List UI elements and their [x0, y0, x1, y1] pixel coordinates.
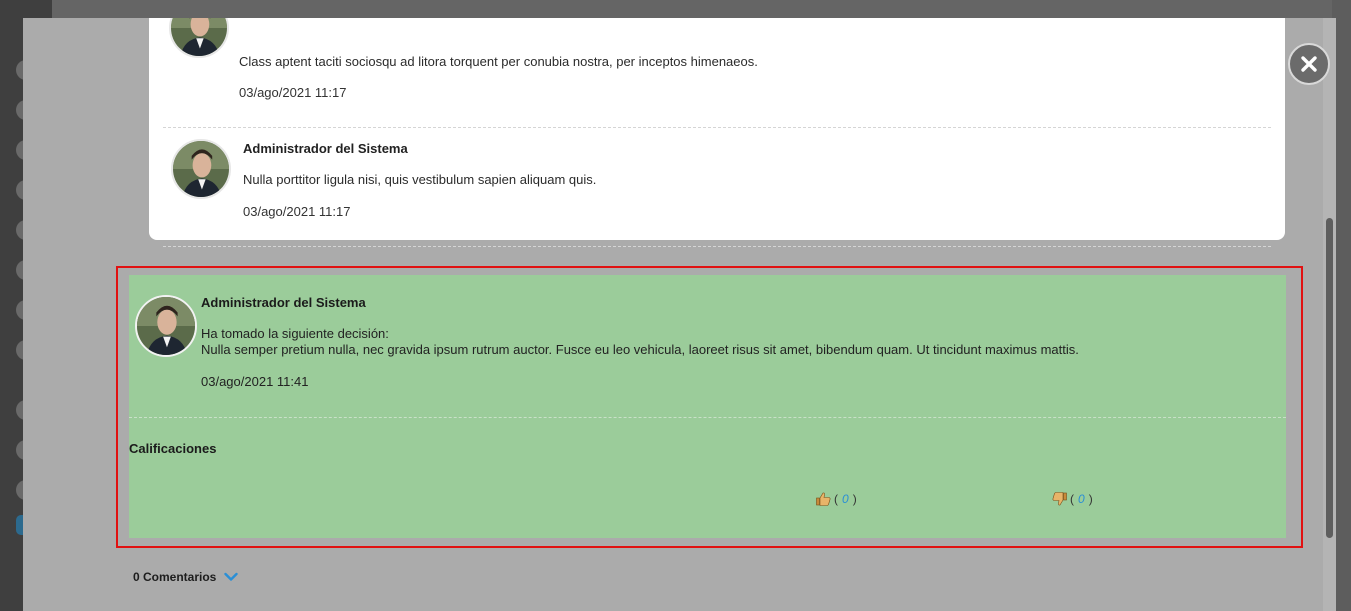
dislike-count: 0: [1078, 492, 1085, 506]
scrollbar-thumb[interactable]: [1326, 218, 1333, 538]
user-photo-icon: [173, 141, 229, 197]
comments-card: Class aptent taciti sociosqu ad litora t…: [149, 18, 1285, 247]
comment-divider: [163, 246, 1271, 247]
thumbs-down-icon: [1052, 492, 1067, 506]
decision-comment: Administrador del Sistema Ha tomado la s…: [129, 275, 1286, 538]
comments-modal: Class aptent taciti sociosqu ad litora t…: [23, 18, 1336, 611]
decision-date: 03/ago/2021 11:41: [201, 374, 309, 389]
comment-date: 03/ago/2021 11:17: [243, 204, 351, 219]
avatar: [171, 139, 231, 199]
close-button[interactable]: [1288, 43, 1330, 85]
like-count: 0: [842, 492, 849, 506]
user-photo-icon: [171, 18, 227, 56]
decision-author: Administrador del Sistema: [201, 295, 366, 310]
chevron-down-icon: [224, 572, 239, 581]
comment-date: 03/ago/2021 11:17: [239, 85, 347, 100]
dislike-close-paren: ): [1088, 492, 1093, 506]
like-close-paren: ): [852, 492, 857, 506]
comments-toggle[interactable]: 0 Comentarios: [133, 570, 239, 584]
decision-text: Nulla semper pretium nulla, nec gravida …: [201, 342, 1079, 357]
decision-intro: Ha tomado la siguiente decisión:: [201, 326, 389, 341]
ratings-title: Calificaciones: [129, 441, 217, 456]
modal-content[interactable]: Class aptent taciti sociosqu ad litora t…: [23, 18, 1323, 611]
comment-body: Nulla porttitor ligula nisi, quis vestib…: [243, 172, 597, 187]
avatar: [169, 18, 229, 58]
avatar: [135, 295, 197, 357]
user-photo-icon: [137, 297, 195, 355]
decision-divider: [129, 417, 1286, 418]
comment-author: Administrador del Sistema: [243, 141, 408, 156]
comments-toggle-label: 0 Comentarios: [133, 570, 217, 584]
comment-body: Class aptent taciti sociosqu ad litora t…: [239, 54, 758, 69]
like-button[interactable]: ( 0 ): [816, 492, 857, 506]
modal-scrollbar[interactable]: [1323, 18, 1336, 611]
like-open-paren: (: [834, 492, 838, 506]
close-icon: [1301, 56, 1317, 72]
comment-divider: [163, 127, 1271, 128]
dislike-button[interactable]: ( 0 ): [1052, 492, 1093, 506]
thumbs-up-icon: [816, 492, 831, 506]
dislike-open-paren: (: [1070, 492, 1074, 506]
